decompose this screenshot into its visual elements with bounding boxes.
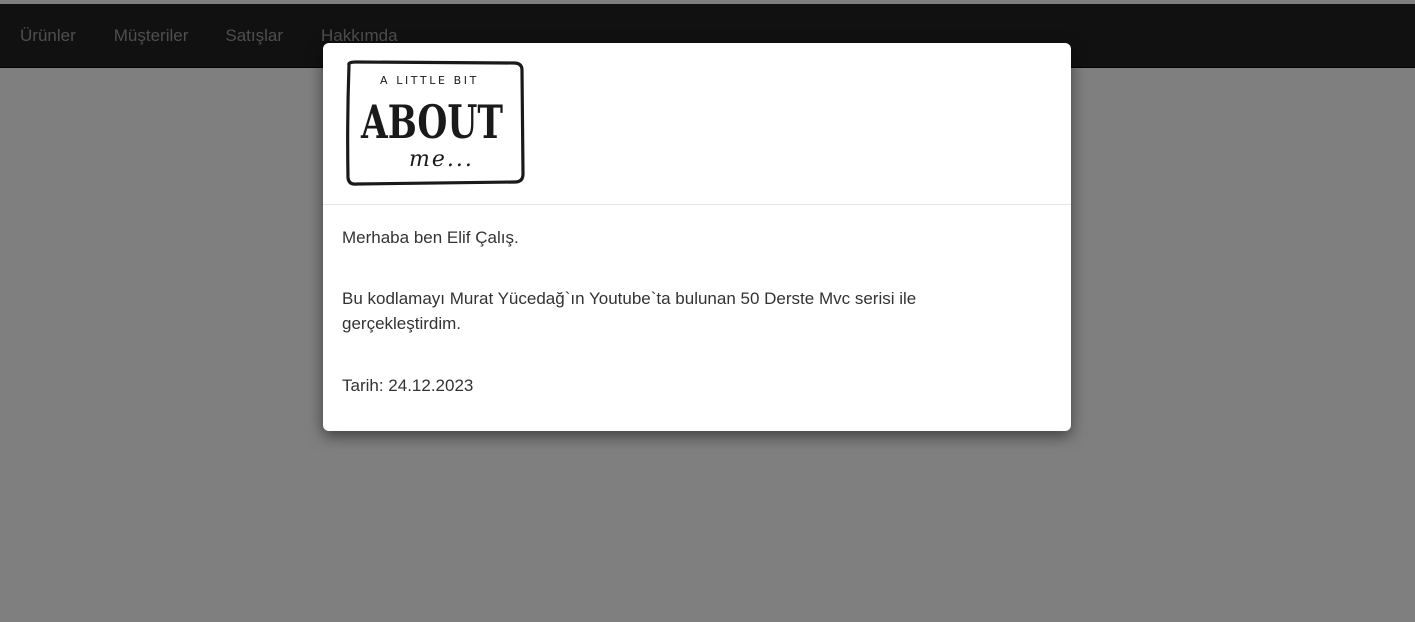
modal-header: A LITTLE BIT ABOUT me... bbox=[323, 43, 1071, 205]
greeting-text: Merhaba ben Elif Çalış. bbox=[342, 228, 519, 247]
about-me-logo: A LITTLE BIT ABOUT me... bbox=[346, 60, 525, 186]
page: Ürünler Müşteriler Satışlar Hakkımda A L… bbox=[0, 0, 1415, 622]
logo-line-1: A LITTLE BIT bbox=[380, 74, 479, 87]
logo-line-3: me... bbox=[409, 147, 474, 172]
date-text: Tarih: 24.12.2023 bbox=[342, 376, 474, 395]
description-text: Bu kodlamayı Murat Yücedağ`ın Youtube`ta… bbox=[342, 289, 917, 333]
logo-line-2: ABOUT bbox=[360, 95, 503, 149]
about-modal: A LITTLE BIT ABOUT me... Merhaba ben Eli… bbox=[323, 43, 1071, 431]
modal-body: Merhaba ben Elif Çalış. Bu kodlamayı Mur… bbox=[323, 205, 1071, 398]
